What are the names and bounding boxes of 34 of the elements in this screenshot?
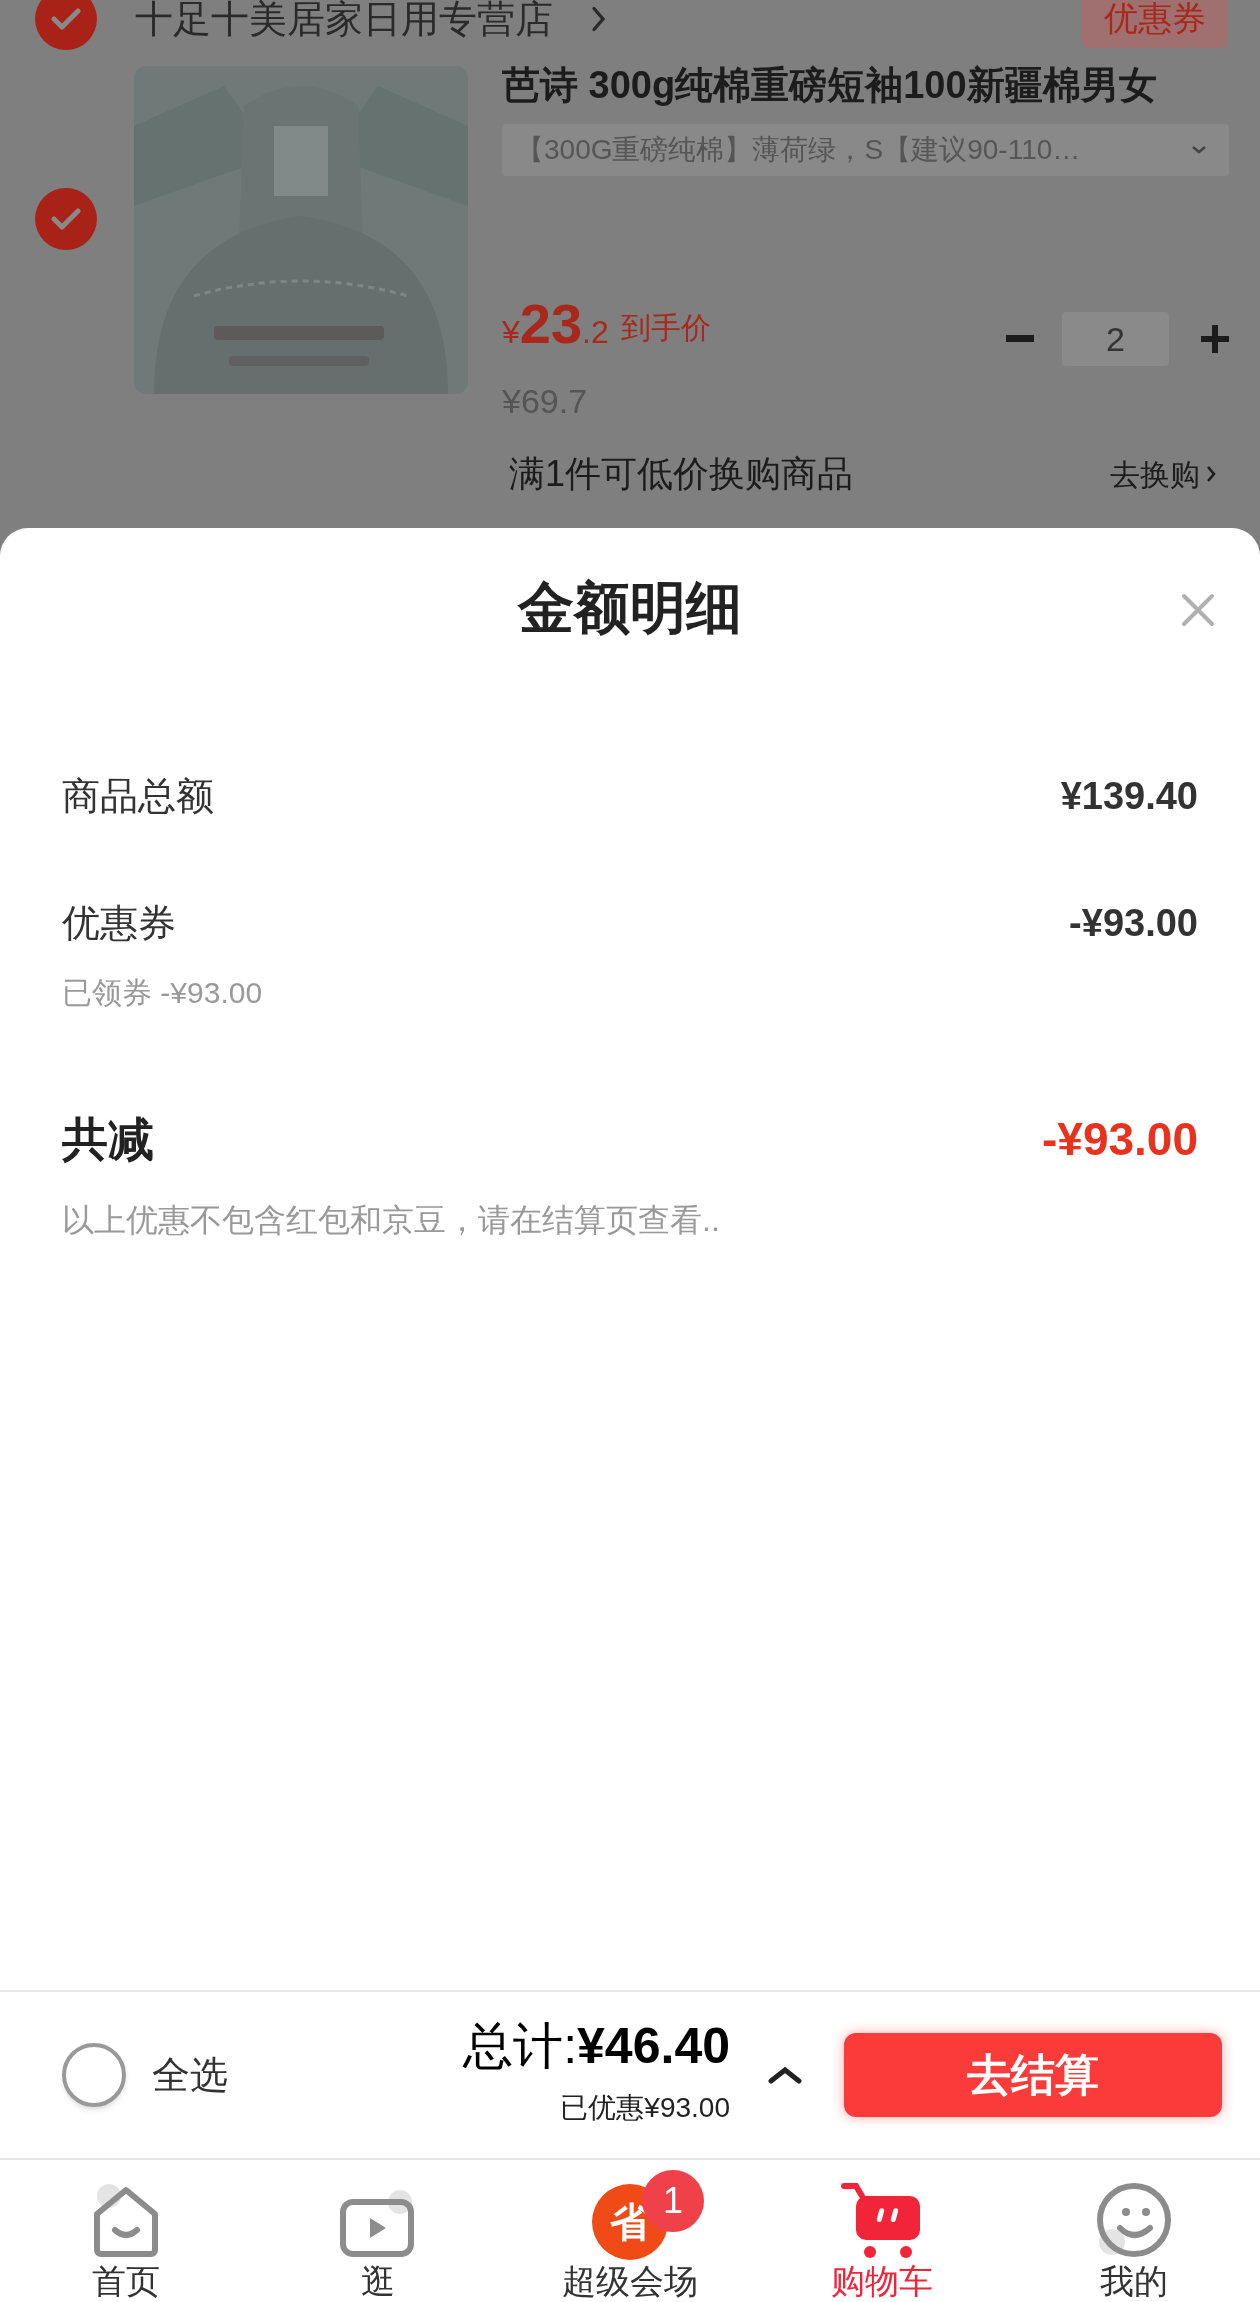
chevron-down-icon [1191, 145, 1207, 155]
smiley-icon [1094, 2180, 1174, 2260]
tab-item[interactable]: 我的 [1008, 2160, 1260, 2302]
price: ¥23.2 [502, 296, 609, 352]
row-label: 共减 [62, 1112, 154, 1167]
check-icon [51, 207, 81, 231]
tab-item[interactable]: 购物车 [756, 2160, 1008, 2302]
chevron-right-icon[interactable] [1206, 464, 1216, 484]
minus-icon[interactable] [1006, 335, 1034, 343]
select-all-checkbox[interactable] [62, 2043, 126, 2107]
chevron-right-icon [591, 4, 606, 34]
quantity-field[interactable]: 2 [1062, 312, 1169, 366]
checkout-button[interactable]: 去结算 [844, 2033, 1222, 2117]
discount-note: 以上优惠不包含红包和京豆，请在结算页查看.. [62, 1201, 721, 1240]
checkbox[interactable] [35, 0, 97, 50]
tab-item[interactable]: 逛 [252, 2160, 504, 2302]
exchange-link[interactable]: 去换购 [1110, 451, 1200, 497]
row-value: -¥93.00 [1042, 1112, 1198, 1167]
row-value: ¥139.40 [1060, 774, 1198, 819]
tab-item[interactable]: 首页 [0, 2160, 252, 2302]
product-title[interactable]: 芭诗 300g纯棉重磅短袖100新疆棉男女 [502, 60, 1229, 110]
select-all-label: 全选 [152, 2052, 228, 2098]
saved-amount: 已优惠¥93.00 [560, 2091, 730, 2125]
row-label: 优惠券 [62, 901, 176, 946]
check-icon [51, 7, 81, 31]
row-subtext: 已领券 -¥93.00 [62, 975, 264, 1011]
total-amount: 总计:¥46.40 [463, 2021, 730, 2071]
plus-icon[interactable] [1201, 325, 1229, 353]
chevron-up-icon[interactable] [768, 2065, 802, 2085]
sheet-title: 金额明细 [518, 575, 742, 641]
price-note: 到手价 [620, 310, 711, 346]
exchange-text: 满1件可低价换购商品 [509, 452, 854, 496]
row-value: -¥93.00 [1069, 901, 1198, 946]
row-label: 商品总额 [62, 774, 214, 819]
